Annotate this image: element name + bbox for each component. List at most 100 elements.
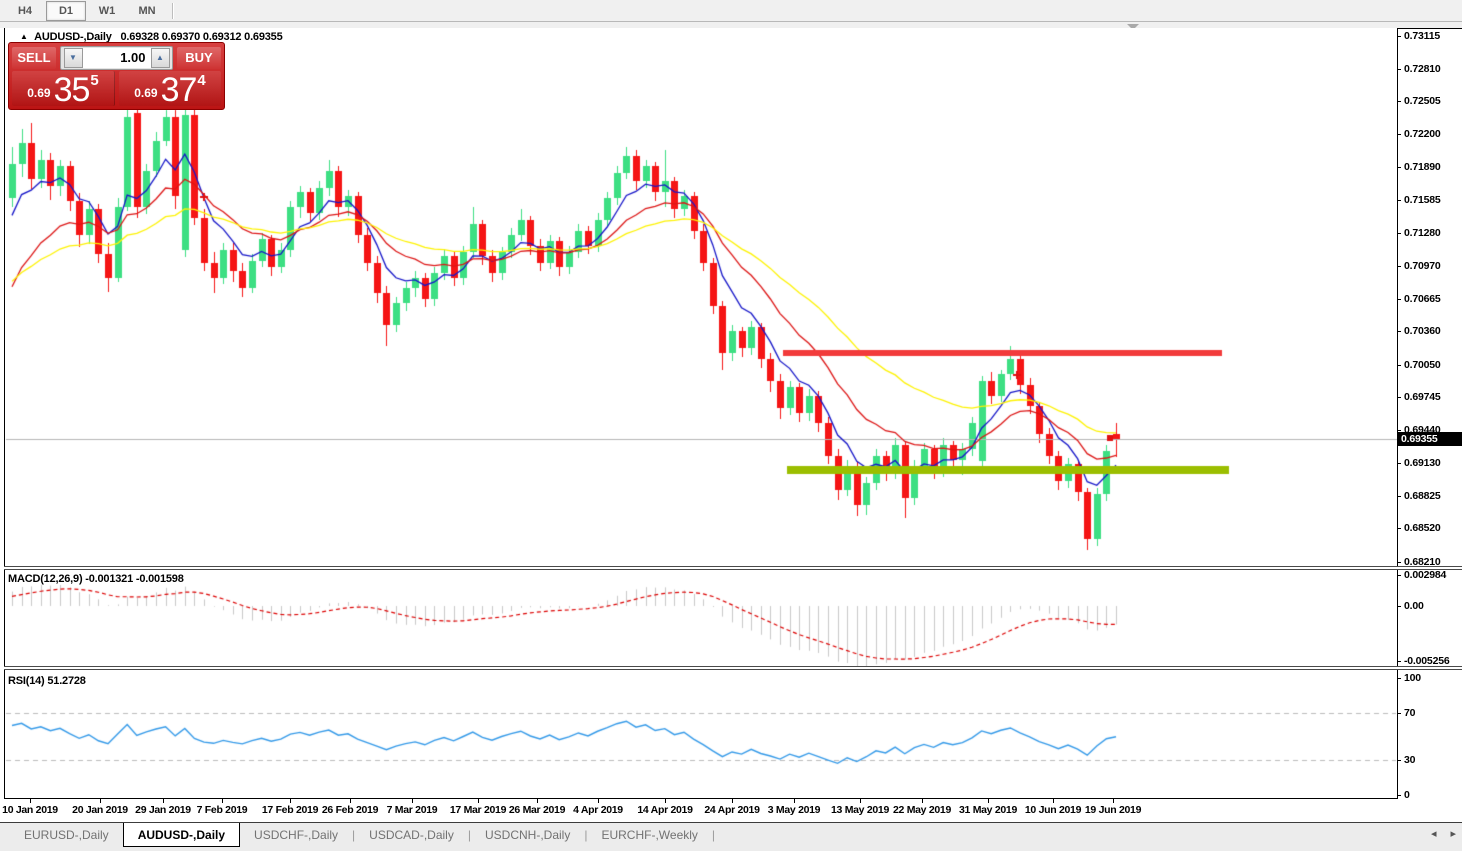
symbol-tab-bar: EURUSD-,Daily AUDUSD-,Daily USDCHF-,Daily |… [0, 822, 1462, 851]
tab-scroll-left-icon[interactable]: ◂ [1431, 827, 1437, 840]
price-axis-label: 0.70665 [1404, 293, 1441, 305]
price-axis-label: 0.68825 [1404, 490, 1441, 502]
buy-price-big: 37 [160, 70, 198, 109]
price-axis-label: 0.70970 [1404, 260, 1441, 272]
axis-tick [1397, 713, 1401, 714]
toolbar-separator [172, 2, 174, 19]
price-axis-label: 0.69130 [1404, 457, 1441, 469]
axis-tick [1397, 266, 1401, 267]
axis-tick [1397, 575, 1401, 576]
axis-tick [1397, 496, 1401, 497]
price-axis-label: 0.72200 [1404, 128, 1441, 140]
axis-tick [1397, 134, 1401, 135]
rsi-axis-label: 30 [1404, 754, 1416, 766]
buy-button[interactable]: BUY [177, 46, 221, 69]
axis-tick [1397, 200, 1401, 201]
rsi-indicator-label: RSI(14) 51.2728 [8, 675, 86, 687]
date-axis-tick [732, 799, 733, 803]
date-axis-tick [222, 799, 223, 803]
price-axis-label: 0.68210 [1404, 556, 1441, 568]
volume-increase-button[interactable]: ▲ [150, 47, 170, 68]
axis-tick [1397, 463, 1401, 464]
date-axis-tick [1113, 799, 1114, 803]
date-axis-tick [860, 799, 861, 803]
rsi-axis-label: 70 [1404, 707, 1416, 719]
axis-tick [1397, 528, 1401, 529]
tab-usdchf-daily[interactable]: USDCHF-,Daily [240, 823, 352, 846]
axis-tick [1397, 365, 1401, 366]
price-axis-label: 0.71890 [1404, 161, 1441, 173]
axis-tick [1397, 760, 1401, 761]
tab-eurusd-daily[interactable]: EURUSD-,Daily [10, 823, 123, 846]
sell-price-big: 35 [53, 70, 91, 109]
macd-indicator-label: MACD(12,26,9) -0.001321 -0.001598 [8, 573, 184, 585]
date-axis-tick [478, 799, 479, 803]
price-axis-label: 0.73115 [1404, 30, 1440, 42]
volume-decrease-button[interactable]: ▼ [63, 47, 83, 68]
timeframe-mn[interactable]: MN [128, 2, 166, 20]
axis-tick [1397, 331, 1401, 332]
timeframe-w1[interactable]: W1 [88, 2, 126, 20]
date-axis-tick [665, 799, 666, 803]
one-click-trade-panel: SELL ▼ ▲ BUY 0.69 35 5 0.69 37 4 [8, 42, 225, 110]
sell-price-prefix: 0.69 [27, 86, 51, 100]
timeframe-toolbar: H4 D1 W1 MN [0, 0, 1462, 22]
sell-button[interactable]: SELL [12, 46, 56, 69]
axis-tick [1397, 233, 1401, 234]
current-price-tag: 0.69355 [1398, 432, 1462, 446]
buy-price-sup: 4 [197, 72, 206, 89]
date-axis-tick [350, 799, 351, 803]
chart-border-bottom [4, 798, 1398, 799]
price-axis-label: 0.71585 [1404, 194, 1441, 206]
axis-tick [1397, 299, 1401, 300]
rsi-axis-label: 0 [1404, 789, 1410, 801]
volume-input[interactable] [82, 47, 151, 68]
axis-tick [1397, 606, 1401, 607]
date-axis-tick [794, 799, 795, 803]
date-axis-tick [290, 799, 291, 803]
axis-tick [1397, 661, 1401, 662]
date-axis-tick [598, 799, 599, 803]
tab-usdcad-daily[interactable]: USDCAD-,Daily [355, 823, 468, 846]
price-axis-label: 0.72505 [1404, 95, 1441, 107]
price-axis-label: 0.72810 [1404, 63, 1441, 75]
axis-tick [1397, 397, 1401, 398]
tab-scroll-right-icon[interactable]: ▸ [1450, 827, 1456, 840]
macd-axis-label: 0.00 [1404, 600, 1424, 612]
rsi-panel-chart[interactable] [5, 670, 1397, 798]
sell-price-button[interactable]: 0.69 35 5 [12, 70, 115, 109]
tab-eurchf-weekly[interactable]: EURCHF-,Weekly [587, 823, 711, 846]
volume-stepper: ▼ ▲ [60, 45, 173, 70]
timeframe-h4[interactable]: H4 [6, 2, 44, 20]
buy-price-button[interactable]: 0.69 37 4 [119, 70, 221, 109]
axis-tick [1397, 36, 1401, 37]
macd-panel-chart[interactable] [5, 570, 1397, 666]
macd-axis-label: -0.005256 [1404, 655, 1450, 667]
price-axis-label: 0.70050 [1404, 359, 1441, 371]
axis-tick [1397, 562, 1401, 563]
axis-tick [1397, 69, 1401, 70]
date-axis-tick [100, 799, 101, 803]
date-axis-label: 19 Jun 2019 [1084, 804, 1142, 816]
chart-border-right [1397, 28, 1398, 798]
price-axis-label: 0.68520 [1404, 522, 1441, 534]
axis-tick [1397, 167, 1401, 168]
axis-tick [1397, 430, 1401, 431]
axis-tick [1397, 795, 1401, 796]
tab-separator: | [711, 828, 716, 842]
date-axis-tick [988, 799, 989, 803]
sell-price-sup: 5 [90, 72, 99, 89]
price-axis-label: 0.70360 [1404, 325, 1441, 337]
timeframe-d1[interactable]: D1 [46, 0, 86, 21]
tab-usdcnh-daily[interactable]: USDCNH-,Daily [471, 823, 584, 846]
price-axis-label: 0.69745 [1404, 391, 1441, 403]
axis-tick [1397, 678, 1401, 679]
date-axis-tick [537, 799, 538, 803]
macd-axis-label: 0.002984 [1404, 569, 1447, 581]
symbol-triangle-icon: ▲ [20, 32, 28, 41]
price-axis-label: 0.71280 [1404, 227, 1441, 239]
date-axis-tick [922, 799, 923, 803]
rsi-axis-label: 100 [1404, 672, 1421, 684]
tab-scroll-controls: ◂ ▸ [1431, 827, 1456, 840]
tab-audusd-daily[interactable]: AUDUSD-,Daily [122, 823, 241, 847]
